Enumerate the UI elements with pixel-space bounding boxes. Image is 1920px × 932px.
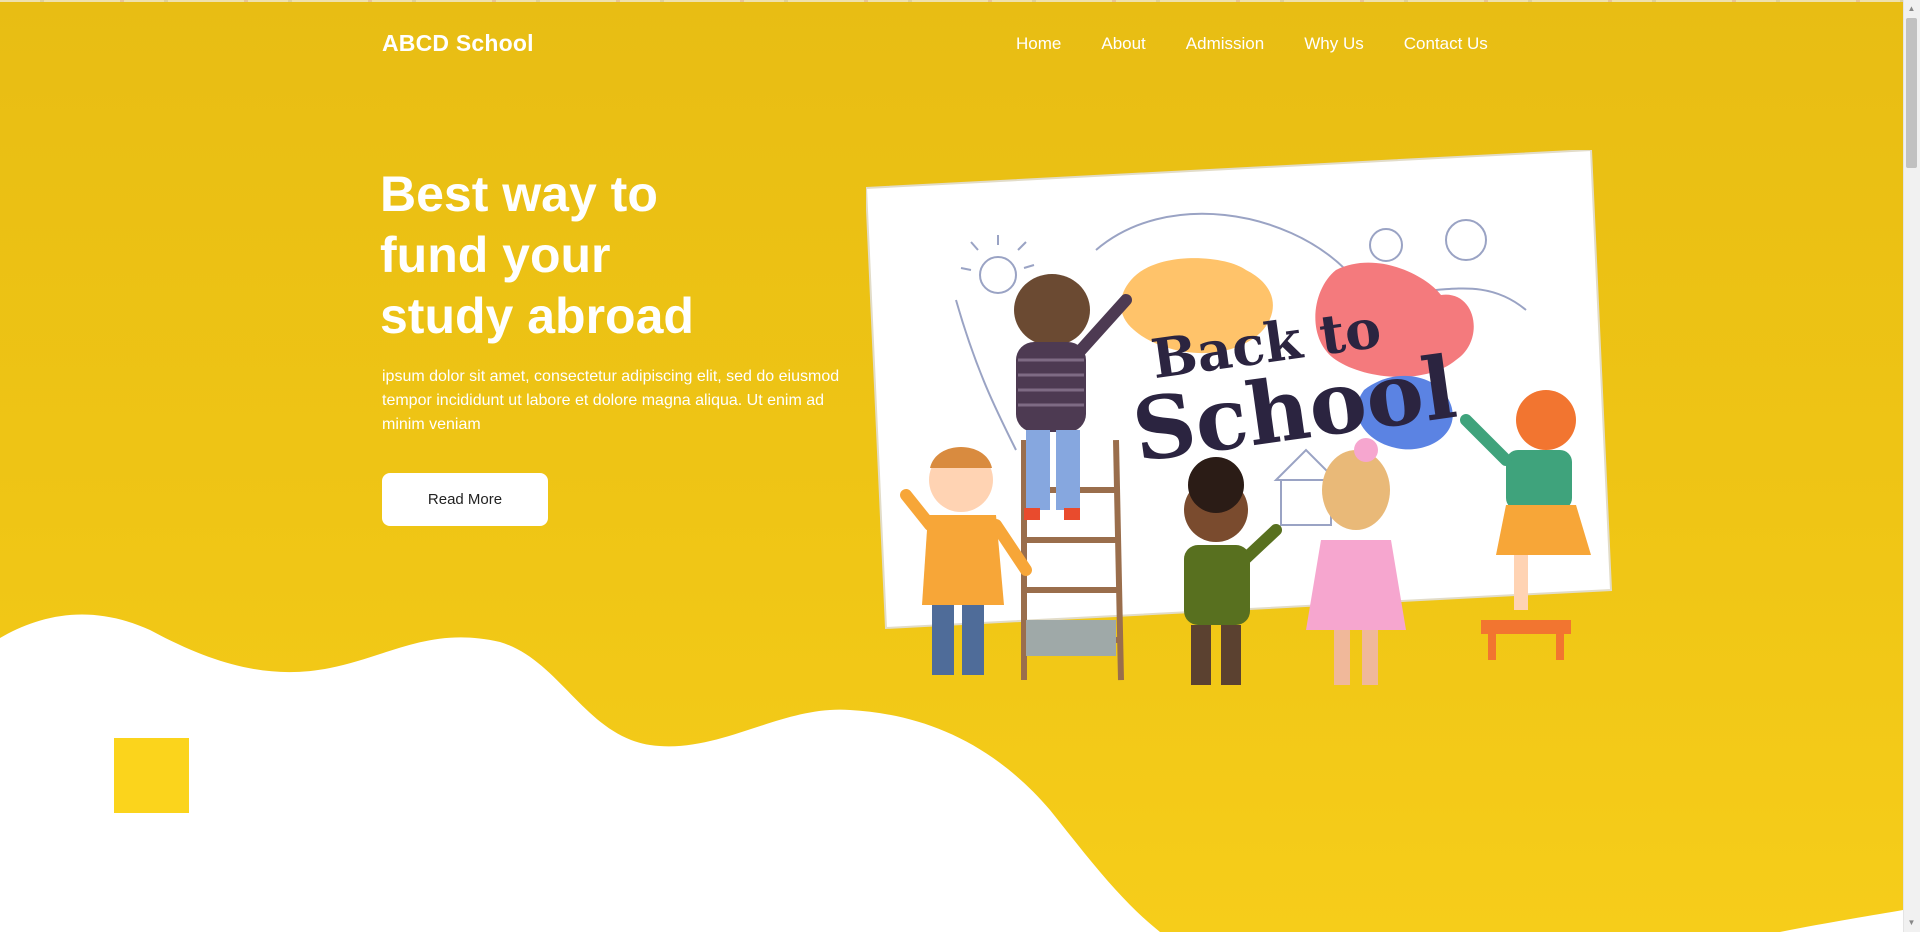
- hero-description: ipsum dolor sit amet, consectetur adipis…: [382, 368, 840, 433]
- nav-admission[interactable]: Admission: [1186, 34, 1264, 54]
- nav-contact-us[interactable]: Contact Us: [1404, 34, 1488, 54]
- hero-title-line: study abroad: [380, 288, 694, 344]
- scroll-down-icon[interactable]: ▼: [1906, 916, 1917, 930]
- hero-title-line: Best way to: [380, 166, 658, 222]
- decorative-square: [114, 738, 189, 813]
- read-more-button[interactable]: Read More: [382, 473, 548, 526]
- back-to-school-illustration: Back to School: [866, 150, 1613, 685]
- brand-logo[interactable]: ABCD School: [382, 30, 534, 57]
- nav-home[interactable]: Home: [1016, 34, 1061, 54]
- nav-why-us[interactable]: Why Us: [1304, 34, 1364, 54]
- nav-about[interactable]: About: [1101, 34, 1145, 54]
- hero-title: Best way to fund your study abroad: [380, 164, 800, 347]
- scroll-up-icon[interactable]: ▲: [1906, 2, 1917, 16]
- hero-title-line: fund your: [380, 227, 611, 283]
- main-nav: Home About Admission Why Us Contact Us: [1016, 34, 1488, 54]
- scrollbar-thumb[interactable]: [1906, 18, 1917, 168]
